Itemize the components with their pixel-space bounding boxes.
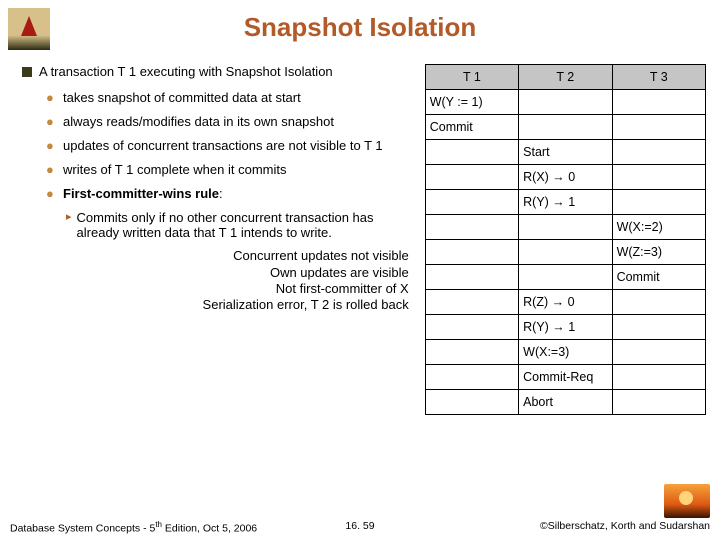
sub-bullet-commits-only: ▸ Commits only if no other concurrent tr… <box>66 210 419 240</box>
cell: Commit <box>612 265 705 290</box>
dot-icon: ● <box>46 114 58 129</box>
slide: Snapshot Isolation A transaction T 1 exe… <box>0 0 720 540</box>
footer-left: Database System Concepts - 5th Edition, … <box>10 520 257 535</box>
th-t3: T 3 <box>612 65 705 90</box>
cell: Start <box>519 140 612 165</box>
cell <box>425 315 518 340</box>
dot-icon: ● <box>46 186 58 201</box>
sub-bullet-text: Commits only if no other concurrent tran… <box>77 210 419 240</box>
cell: R(Y) → 1 <box>519 315 612 340</box>
cell: W(X:=2) <box>612 215 705 240</box>
table-row: Abort <box>425 390 705 415</box>
cell <box>612 140 705 165</box>
table-row: R(X) → 0 <box>425 165 705 190</box>
intro-text: A transaction T 1 executing with Snapsho… <box>39 64 333 79</box>
slide-title: Snapshot Isolation <box>0 12 720 43</box>
cell: W(Y := 1) <box>425 90 518 115</box>
bullet-fcw: ● First-committer-wins rule: <box>46 186 419 201</box>
bullet-text: takes snapshot of committed data at star… <box>63 90 301 105</box>
cell: Commit <box>425 115 518 140</box>
sunset-icon <box>664 484 710 518</box>
intro-row: A transaction T 1 executing with Snapsho… <box>22 64 419 80</box>
cell <box>425 290 518 315</box>
table-row: R(Y) → 1 <box>425 190 705 215</box>
table-header-row: T 1 T 2 T 3 <box>425 65 705 90</box>
table-row: R(Y) → 1 <box>425 315 705 340</box>
content-area: A transaction T 1 executing with Snapsho… <box>22 64 706 506</box>
left-column: A transaction T 1 executing with Snapsho… <box>22 64 419 506</box>
cell <box>425 365 518 390</box>
bullet-text: always reads/modifies data in its own sn… <box>63 114 334 129</box>
footer-left-sup: th <box>155 520 162 529</box>
table-row: W(Z:=3) <box>425 240 705 265</box>
cell <box>612 365 705 390</box>
caret-icon: ▸ <box>66 210 72 223</box>
fcw-label: First-committer-wins rule <box>63 186 219 201</box>
sun-icon <box>679 491 693 505</box>
cell <box>425 240 518 265</box>
cell <box>425 215 518 240</box>
cell <box>425 140 518 165</box>
cell <box>519 215 612 240</box>
table-row: Commit <box>425 115 705 140</box>
bullet-writes: ● writes of T 1 complete when it commits <box>46 162 419 177</box>
cell: W(X:=3) <box>519 340 612 365</box>
cell: W(Z:=3) <box>612 240 705 265</box>
cell: Commit-Req <box>519 365 612 390</box>
footer-left-b: Edition, Oct 5, 2006 <box>162 522 257 534</box>
footer-left-a: Database System Concepts - 5 <box>10 522 155 534</box>
fcw-colon: : <box>219 186 223 201</box>
cell <box>425 190 518 215</box>
notes-block: Concurrent updates not visible Own updat… <box>22 248 419 313</box>
note-line-1: Concurrent updates not visible <box>22 248 409 264</box>
cell <box>612 340 705 365</box>
schedule-table: T 1 T 2 T 3 W(Y := 1) Commit <box>425 64 706 415</box>
bullet-own-snapshot: ● always reads/modifies data in its own … <box>46 114 419 129</box>
th-t2: T 2 <box>519 65 612 90</box>
cell: R(Y) → 1 <box>519 190 612 215</box>
table-row: Start <box>425 140 705 165</box>
cell <box>425 265 518 290</box>
cell <box>425 165 518 190</box>
bullet-text: First-committer-wins rule: <box>63 186 223 201</box>
cell <box>612 115 705 140</box>
dot-icon: ● <box>46 138 58 153</box>
th-t1: T 1 <box>425 65 518 90</box>
cell <box>612 165 705 190</box>
table-row: W(X:=3) <box>425 340 705 365</box>
note-line-3: Not first-committer of X <box>22 281 409 297</box>
note-line-2: Own updates are visible <box>22 265 409 281</box>
cell: Abort <box>519 390 612 415</box>
square-bullet-icon <box>22 67 32 77</box>
bullet-snapshot: ● takes snapshot of committed data at st… <box>46 90 419 105</box>
cell <box>519 265 612 290</box>
table-row: Commit <box>425 265 705 290</box>
cell <box>519 240 612 265</box>
cell <box>519 90 612 115</box>
dot-icon: ● <box>46 90 58 105</box>
cell <box>425 390 518 415</box>
cell <box>612 315 705 340</box>
cell <box>612 190 705 215</box>
table-row: W(Y := 1) <box>425 90 705 115</box>
table-row: Commit-Req <box>425 365 705 390</box>
footer: Database System Concepts - 5th Edition, … <box>10 520 710 535</box>
footer-right: ©Silberschatz, Korth and Sudarshan <box>540 520 710 535</box>
bullet-text: updates of concurrent transactions are n… <box>63 138 383 153</box>
cell <box>612 390 705 415</box>
cell <box>612 90 705 115</box>
cell <box>519 115 612 140</box>
dot-icon: ● <box>46 162 58 177</box>
bullet-concurrent: ● updates of concurrent transactions are… <box>46 138 419 153</box>
table-row: R(Z) → 0 <box>425 290 705 315</box>
cell: R(X) → 0 <box>519 165 612 190</box>
cell <box>425 340 518 365</box>
bullet-text: writes of T 1 complete when it commits <box>63 162 287 177</box>
right-column: T 1 T 2 T 3 W(Y := 1) Commit <box>419 64 706 506</box>
cell <box>612 290 705 315</box>
cell: R(Z) → 0 <box>519 290 612 315</box>
note-line-4: Serialization error, T 2 is rolled back <box>22 297 409 313</box>
table-row: W(X:=2) <box>425 215 705 240</box>
